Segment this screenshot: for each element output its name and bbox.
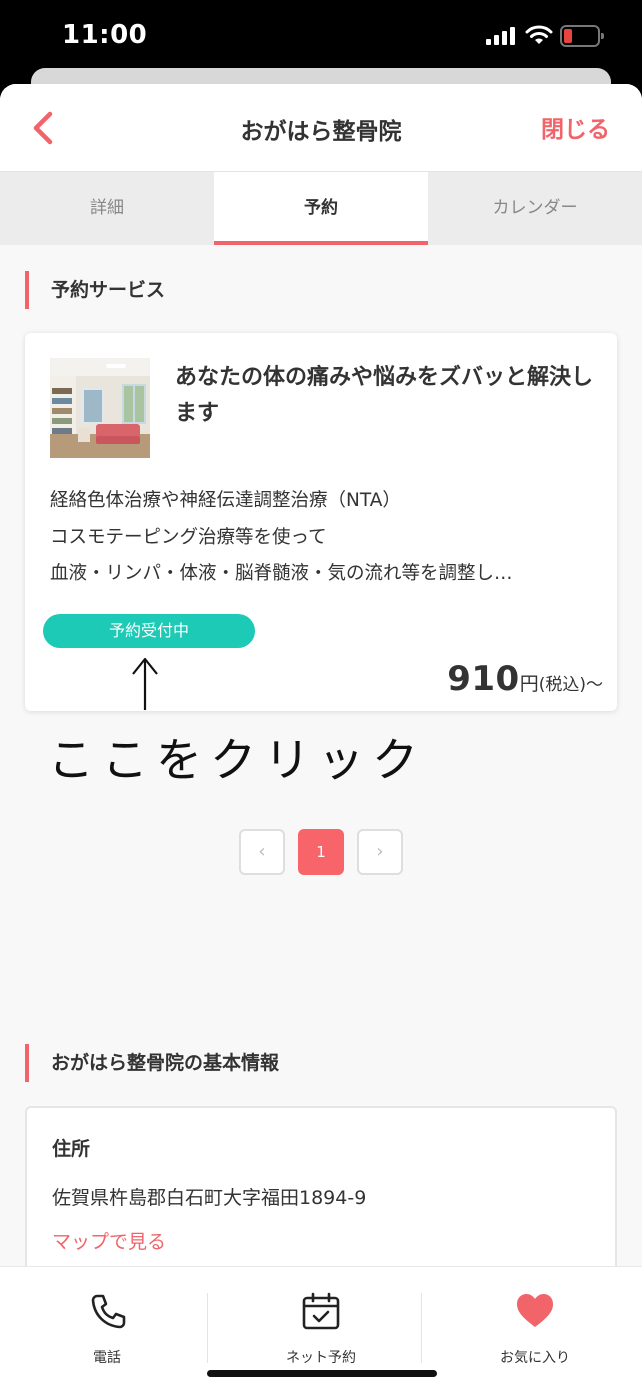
pagination-prev-button[interactable]: ‹ (239, 829, 285, 875)
info-section-heading: おがはら整骨院の基本情報 (25, 1044, 279, 1082)
reservation-section-heading: 予約サービス (25, 271, 165, 309)
nav-label: ネット予約 (286, 1350, 356, 1366)
description-line: 経絡色体治療や神経伝達調整治療（NTA） (50, 490, 401, 511)
clinic-interior-photo (50, 358, 150, 458)
service-price: 910円(税込)〜 (447, 659, 603, 699)
tab-reservation[interactable]: 予約 (214, 172, 428, 245)
nav-divider (421, 1293, 422, 1363)
address-label: 住所 (52, 1138, 91, 1160)
price-unit: 円 (519, 673, 539, 695)
status-time: 11:00 (62, 20, 148, 50)
service-card[interactable]: あなたの体の痛みや悩みをズバッと解決します 経絡色体治療や神経伝達調整治療（NT… (25, 333, 617, 711)
description-line: コスモテーピング治療等を使って (50, 526, 327, 548)
heart-icon (517, 1294, 553, 1327)
favorite-button[interactable]: お気に入り (428, 1267, 642, 1390)
battery-low-icon (560, 25, 604, 47)
service-title: あなたの体の痛みや悩みをズバッと解決します (175, 365, 594, 426)
nav-label: お気に入り (500, 1350, 570, 1366)
phone-button[interactable]: 電話 (0, 1267, 214, 1390)
annotation-arrow (132, 657, 158, 710)
annotation-text: ここをクリック (48, 733, 426, 787)
pagination-next-button[interactable]: › (357, 829, 403, 875)
pagination-page-1[interactable]: 1 (298, 829, 344, 875)
price-tax-note: (税込)〜 (538, 675, 603, 695)
tab-bar: 詳細 予約 カレンダー (0, 172, 642, 245)
home-indicator (207, 1370, 437, 1377)
phone-icon (91, 1294, 126, 1329)
service-description: 経絡色体治療や神経伝達調整治療（NTA） コスモテーピング治療等を使って 血液・… (50, 483, 595, 593)
tab-details[interactable]: 詳細 (0, 172, 214, 245)
reservation-status-badge[interactable]: 予約受付中 (43, 614, 255, 648)
header: おがはら整骨院 閉じる (0, 84, 642, 172)
nav-label: 電話 (93, 1350, 121, 1366)
map-link[interactable]: マップで見る (52, 1227, 166, 1254)
description-line: 血液・リンパ・体液・脳脊髄液・気の流れ等を調整し… (50, 563, 513, 584)
modal-sheet: おがはら整骨院 閉じる 詳細 予約 カレンダー 予約サービス あなたの体の痛みや… (0, 84, 642, 1390)
close-button[interactable]: 閉じる (541, 110, 610, 144)
tab-calendar[interactable]: カレンダー (428, 172, 642, 245)
price-number: 910 (447, 659, 520, 699)
calendar-check-icon (302, 1292, 340, 1330)
address-value: 佐賀県杵島郡白石町大字福田1894-9 (52, 1187, 367, 1209)
cellular-signal-icon (486, 27, 516, 45)
wifi-icon (525, 25, 553, 44)
nav-divider (207, 1293, 208, 1363)
